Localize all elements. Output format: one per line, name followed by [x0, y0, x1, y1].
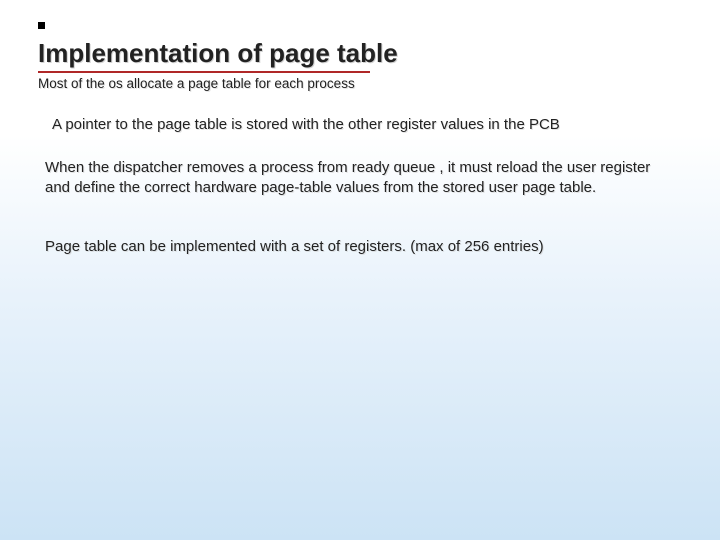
slide-subtitle: Most of the os allocate a page table for… [38, 76, 355, 91]
slide-title: Implementation of page table [38, 38, 398, 69]
paragraph-1: A pointer to the page table is stored wi… [52, 116, 560, 133]
paragraph-3: Page table can be implemented with a set… [45, 238, 544, 255]
bullet-icon [38, 22, 45, 29]
title-underline [38, 71, 370, 73]
paragraph-2: When the dispatcher removes a process fr… [45, 158, 660, 199]
